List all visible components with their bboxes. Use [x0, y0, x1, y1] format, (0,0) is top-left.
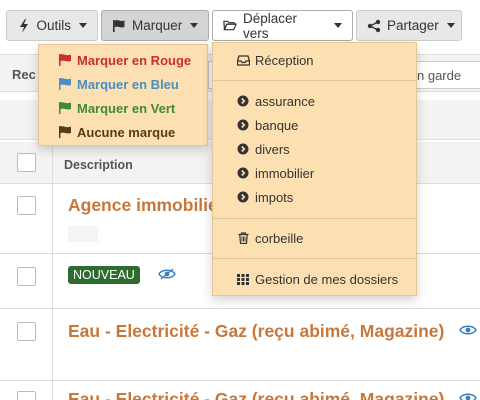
chevron-circle-right-icon	[235, 95, 251, 107]
folder-item[interactable]: assurance	[213, 90, 416, 112]
trash-icon	[235, 232, 251, 244]
mark-blue-item[interactable]: Marquer en Bleu	[39, 73, 207, 95]
row-checkbox[interactable]	[17, 391, 36, 400]
folder-label: divers	[255, 141, 290, 157]
eye-icon[interactable]	[158, 268, 176, 283]
folder-item[interactable]: banque	[213, 114, 416, 136]
flag-red-icon	[57, 54, 73, 66]
column-separator	[52, 184, 53, 253]
mark-dropdown-menu: Marquer en Rouge Marquer en Bleu Marquer…	[38, 44, 208, 146]
move-to-button[interactable]: Déplacer vers	[212, 10, 353, 41]
toolbar: Outils Marquer Déplacer vers Partager	[0, 0, 480, 44]
chevron-down-icon	[79, 23, 87, 28]
folder-label: banque	[255, 117, 299, 133]
row-checkbox[interactable]	[17, 322, 36, 341]
chevron-circle-right-icon	[235, 143, 251, 155]
flag-green-icon	[57, 102, 73, 114]
keep-select-value: n garde	[417, 68, 462, 83]
column-separator	[52, 142, 53, 183]
column-separator	[52, 309, 53, 380]
share-icon	[367, 19, 381, 33]
tools-label: Outils	[36, 18, 71, 33]
mark-red-item[interactable]: Marquer en Rouge	[39, 49, 207, 71]
mark-blue-label: Marquer en Bleu	[77, 76, 179, 92]
eye-icon[interactable]	[459, 324, 477, 339]
chevron-down-icon	[190, 23, 199, 28]
chevron-circle-right-icon	[235, 191, 251, 203]
description-header: Description	[64, 158, 133, 172]
menu-divider	[213, 80, 416, 81]
bolt-icon	[17, 18, 30, 33]
eye-icon[interactable]	[459, 392, 477, 400]
flag-icon	[57, 126, 73, 138]
manage-folders-label: Gestion de mes dossiers	[255, 271, 399, 287]
chevron-circle-right-icon	[235, 119, 251, 131]
move-to-label: Déplacer vers	[243, 10, 298, 41]
column-separator	[52, 381, 53, 400]
mail-subject[interactable]: Agence immobilie	[68, 195, 218, 216]
manage-folders-item[interactable]: Gestion de mes dossiers	[213, 268, 416, 290]
preview-placeholder	[68, 226, 98, 242]
table-row[interactable]: Eau - Electricité - Gaz (reçu abimé, Mag…	[0, 381, 480, 400]
move-to-dropdown-menu: Réception assurance banque divers immobi…	[212, 42, 417, 296]
flag-blue-icon	[57, 78, 73, 90]
mark-red-label: Marquer en Rouge	[77, 52, 192, 68]
menu-divider	[213, 258, 416, 259]
folder-label: immobilier	[255, 165, 315, 181]
no-mark-label: Aucune marque	[77, 124, 176, 140]
grid-icon	[235, 273, 251, 285]
rec-label: Rec	[12, 67, 36, 82]
table-row[interactable]: Eau - Electricité - Gaz (reçu abimé, Mag…	[0, 309, 480, 381]
tools-button[interactable]: Outils	[6, 10, 98, 41]
chevron-down-icon	[334, 23, 342, 28]
folder-item[interactable]: divers	[213, 138, 416, 160]
new-badge: NOUVEAU	[68, 266, 140, 284]
flag-icon	[112, 19, 126, 33]
share-button[interactable]: Partager	[356, 10, 462, 41]
inbox-icon	[235, 54, 251, 66]
mark-label: Marquer	[132, 18, 183, 33]
folder-item[interactable]: impots	[213, 186, 416, 208]
inbox-item[interactable]: Réception	[213, 49, 416, 71]
trash-label: corbeille	[255, 230, 304, 246]
folder-item[interactable]: immobilier	[213, 162, 416, 184]
select-all-checkbox[interactable]	[17, 153, 36, 172]
row-checkbox[interactable]	[17, 196, 36, 215]
folder-label: impots	[255, 189, 294, 205]
menu-divider	[213, 218, 416, 219]
folder-open-icon	[223, 19, 237, 32]
mark-green-label: Marquer en Vert	[77, 100, 176, 116]
mail-subject[interactable]: Eau - Electricité - Gaz (reçu abimé, Mag…	[68, 321, 444, 342]
trash-item[interactable]: corbeille	[213, 227, 416, 249]
keep-select[interactable]: n garde	[410, 61, 480, 89]
chevron-circle-right-icon	[235, 167, 251, 179]
mark-button[interactable]: Marquer	[101, 10, 209, 41]
mail-subject[interactable]: Eau - Electricité - Gaz (reçu abimé, Mag…	[68, 389, 444, 400]
row-checkbox[interactable]	[17, 267, 36, 286]
chevron-down-icon	[446, 23, 455, 28]
inbox-label: Réception	[255, 52, 314, 68]
share-label: Partager	[387, 18, 439, 33]
no-mark-item[interactable]: Aucune marque	[39, 121, 207, 143]
folder-label: assurance	[255, 93, 315, 109]
column-separator	[52, 254, 53, 308]
mark-green-item[interactable]: Marquer en Vert	[39, 97, 207, 119]
